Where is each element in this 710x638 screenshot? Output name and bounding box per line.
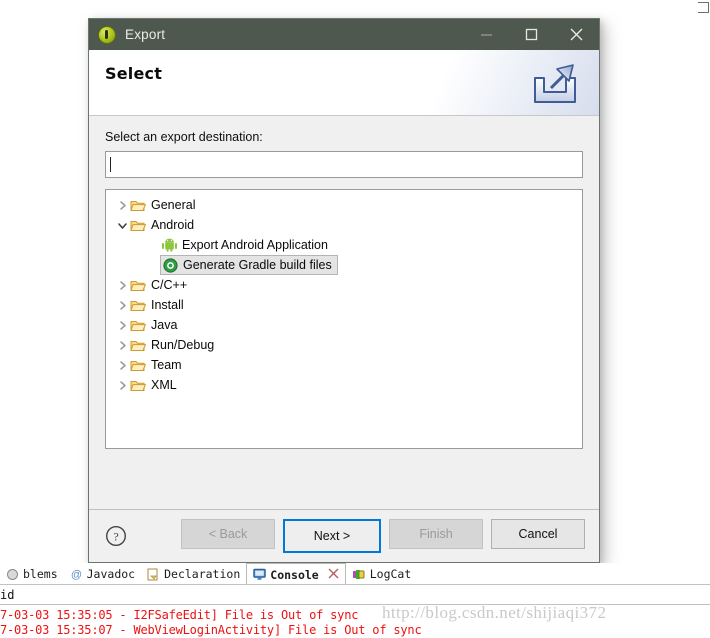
maximize-icon[interactable] [509, 19, 554, 50]
close-icon[interactable] [328, 568, 339, 582]
tab-label: blems [23, 567, 58, 581]
tree-item-label: C/C++ [151, 278, 188, 292]
tree-item-label: Run/Debug [151, 338, 215, 352]
page-title: Select [105, 64, 163, 83]
tree-item-selection: Generate Gradle build files [160, 255, 338, 275]
tree-item-label: Export Android Application [182, 238, 328, 252]
folder-icon [130, 319, 147, 332]
dialog-button-bar: ? < Back Next > Finish Cancel [89, 509, 599, 562]
android-icon [162, 238, 177, 252]
tree-item-label: Team [151, 358, 182, 372]
svg-text:@: @ [71, 569, 82, 581]
logcat-icon [352, 568, 366, 581]
dialog-body: Select an export destination: General And… [89, 116, 599, 509]
tree-item-label: Generate Gradle build files [183, 258, 332, 272]
folder-icon [130, 299, 147, 312]
chevron-right-icon[interactable] [114, 360, 130, 371]
folder-icon [130, 359, 147, 372]
chevron-right-icon[interactable] [114, 200, 130, 211]
chevron-right-icon[interactable] [114, 300, 130, 311]
javadoc-at-icon: @ [70, 568, 83, 581]
chevron-right-icon[interactable] [114, 280, 130, 291]
tree-item-export-android-application[interactable]: Export Android Application [106, 235, 582, 255]
problems-icon [6, 568, 19, 581]
corner-ui-fragment [698, 2, 709, 13]
tree-item-label: Install [151, 298, 184, 312]
tab-underline [0, 584, 710, 585]
svg-text:?: ? [113, 530, 118, 544]
back-button: < Back [181, 519, 275, 549]
chevron-down-icon[interactable] [114, 220, 130, 231]
next-button[interactable]: Next > [283, 519, 381, 553]
watermark-text: http://blog.csdn.net/shijiaqi372 [382, 603, 607, 622]
tree-item-general[interactable]: General [106, 195, 582, 215]
tree-item-label: Android [151, 218, 195, 232]
tab-label: LogCat [369, 567, 412, 581]
minimize-icon[interactable] [464, 19, 509, 50]
folder-icon [130, 279, 147, 292]
export-dialog: Export Select Select an export destinati… [88, 18, 600, 563]
console-line: 7-03-03 15:35:07 - WebViewLoginActivity]… [0, 623, 422, 637]
tab-blems[interactable]: blems [0, 563, 64, 585]
chevron-right-icon[interactable] [114, 340, 130, 351]
dialog-title-bar[interactable]: Export [89, 19, 599, 50]
tree-item-label: Java [151, 318, 178, 332]
view-tab-bar: blems @ Javadoc Declaration Console LogCat [0, 563, 710, 585]
console-icon [253, 568, 266, 581]
folder-icon [130, 199, 147, 212]
tree-item-label: General [151, 198, 196, 212]
console-name: id [0, 587, 15, 602]
tree-item-xml[interactable]: XML [106, 375, 582, 395]
gradle-icon [163, 257, 178, 273]
destination-label: Select an export destination: [105, 130, 263, 144]
cancel-button[interactable]: Cancel [491, 519, 585, 549]
eclipse-bottom-panel: blems @ Javadoc Declaration Console LogCat id… [0, 563, 710, 637]
tab-logcat[interactable]: LogCat [346, 563, 418, 585]
tab-console[interactable]: Console [246, 563, 346, 585]
tab-label: Javadoc [86, 567, 136, 581]
red-annotation-arrow [378, 448, 426, 449]
folder-icon [130, 339, 147, 352]
tree-item-java[interactable]: Java [106, 315, 582, 335]
tab-label: Console [270, 567, 319, 582]
console-name-row: id [0, 585, 710, 605]
tab-declaration[interactable]: Declaration [141, 563, 246, 585]
dialog-header-banner: Select [89, 50, 599, 116]
folder-icon [130, 379, 147, 392]
tree-item-label: XML [151, 378, 177, 392]
export-destination-tree[interactable]: General Android Export Android Application… [105, 189, 583, 449]
tree-item-team[interactable]: Team [106, 355, 582, 375]
declaration-icon [147, 568, 160, 581]
folder-icon [130, 219, 147, 232]
tree-item-c-c[interactable]: C/C++ [106, 275, 582, 295]
wizard-buttons: < Back Next > Finish Cancel [181, 519, 585, 553]
text-caret [110, 157, 111, 172]
close-icon[interactable] [554, 19, 599, 50]
tree-item-install[interactable]: Install [106, 295, 582, 315]
help-icon[interactable]: ? [105, 525, 127, 547]
chevron-right-icon[interactable] [114, 380, 130, 391]
eclipse-export-icon [98, 25, 116, 44]
chevron-right-icon[interactable] [114, 320, 130, 331]
dialog-title: Export [125, 27, 166, 42]
tab-label: Declaration [164, 567, 241, 581]
tree-item-generate-gradle-build-files[interactable]: Generate Gradle build files [106, 255, 582, 275]
export-tray-arrow-icon [529, 60, 581, 111]
tree-item-run-debug[interactable]: Run/Debug [106, 335, 582, 355]
tree-item-android[interactable]: Android [106, 215, 582, 235]
destination-input[interactable] [105, 151, 583, 178]
tab-javadoc[interactable]: @ Javadoc [64, 563, 141, 585]
finish-button: Finish [389, 519, 483, 549]
